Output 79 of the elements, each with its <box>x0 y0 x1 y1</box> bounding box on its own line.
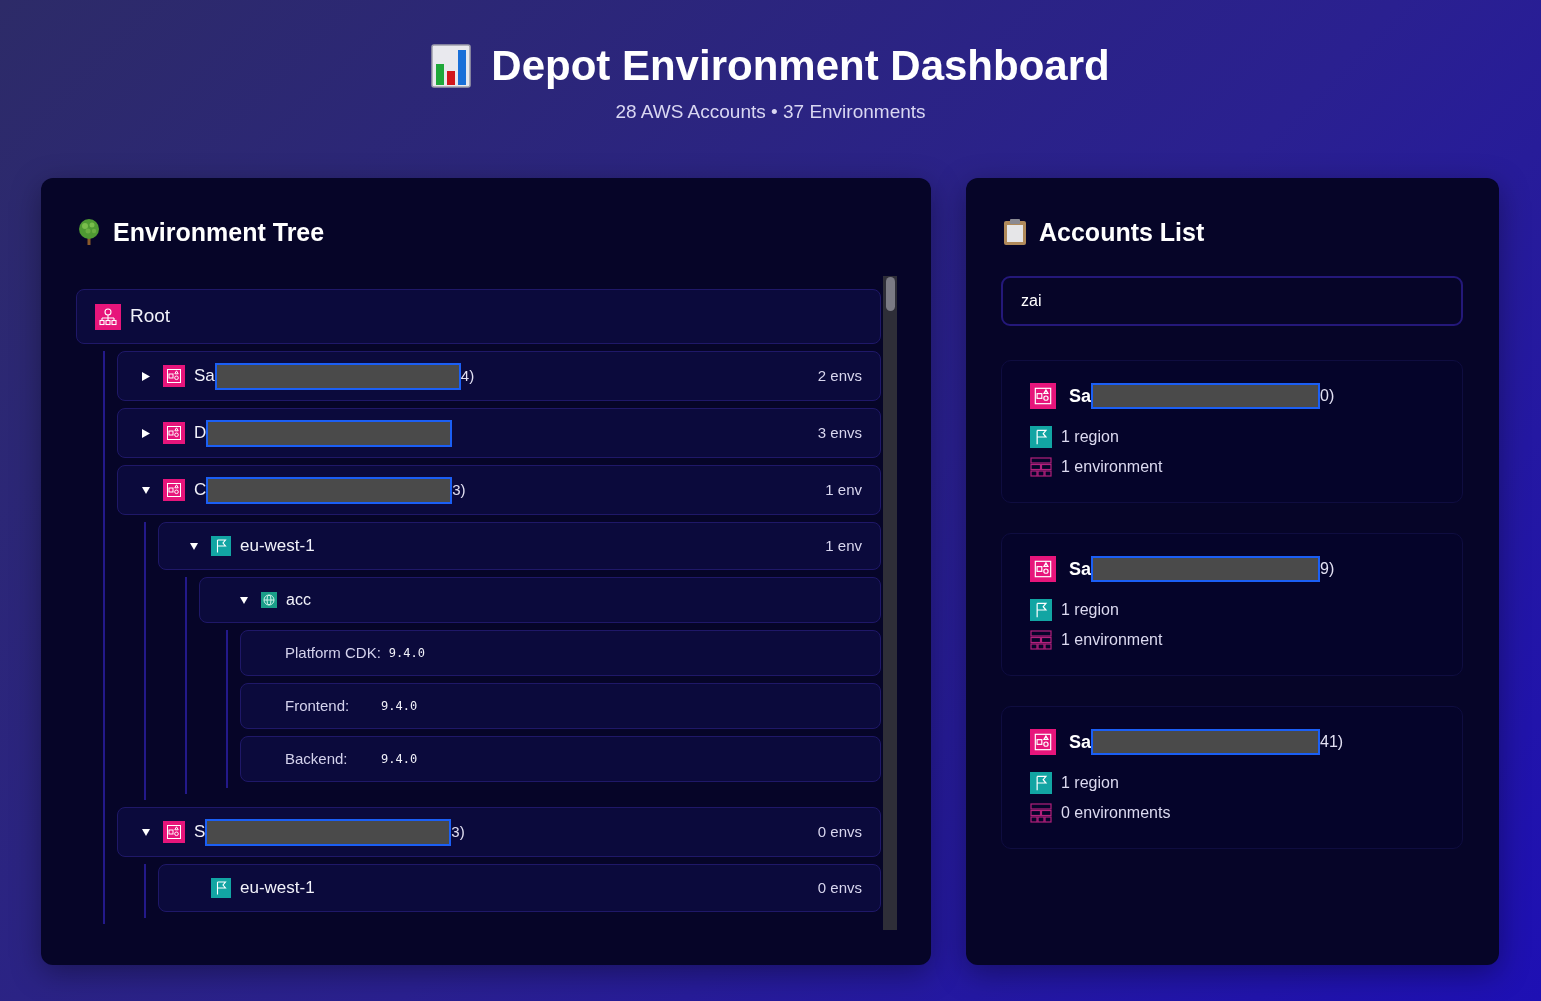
account-name: Sa <box>1069 730 1092 754</box>
caret-down-icon[interactable] <box>142 828 150 836</box>
name-suffix: 4) <box>460 365 475 386</box>
tree-node[interactable]: Root <box>76 289 881 344</box>
account-name: Sa <box>1069 557 1092 581</box>
search-field[interactable]: zai <box>1001 276 1463 326</box>
env-count: 0 envs <box>817 821 862 842</box>
tree-node[interactable]: S 3) 0 envs <box>117 807 881 857</box>
account-card[interactable]: Sa 0) 1 region 1 environment <box>1001 360 1463 503</box>
tree-node[interactable]: eu-west-1 1 env <box>158 522 881 570</box>
shapes-icon <box>163 479 185 501</box>
shapes-icon <box>1030 729 1056 755</box>
flag-icon <box>1030 426 1052 448</box>
panel-title: Environment Tree <box>113 218 325 246</box>
org-chart-icon <box>95 303 121 330</box>
flag-icon <box>1030 772 1052 794</box>
caret-down-icon[interactable] <box>142 486 150 494</box>
name-suffix: 3) <box>452 479 466 500</box>
flag-icon <box>211 878 231 898</box>
version-value: 9.4.0 <box>381 751 418 768</box>
panel-title: Accounts List <box>1039 218 1205 246</box>
node-label: eu-west-1 <box>240 877 315 900</box>
env-count: 2 envs <box>817 365 862 386</box>
account-card[interactable]: Sa 41) 1 region 0 environments <box>1001 706 1463 849</box>
caret-right-icon[interactable] <box>142 371 150 381</box>
environment-count: 1 environment <box>1061 457 1163 477</box>
tree-node[interactable]: D 3 envs <box>117 408 881 458</box>
version-value: 9.4.0 <box>388 645 425 662</box>
caret-right-icon[interactable] <box>142 428 150 438</box>
tree-node[interactable]: Sa 4) 2 envs <box>117 351 881 401</box>
flag-icon <box>211 536 231 556</box>
env-count: 0 envs <box>817 877 862 898</box>
version-value: 9.4.0 <box>381 698 418 715</box>
env-count: 1 env <box>825 479 862 500</box>
caret-down-icon[interactable] <box>190 542 198 550</box>
tree-node[interactable]: C 3) 1 env <box>117 465 881 515</box>
clipboard-icon <box>1003 218 1027 246</box>
name-suffix: 9) <box>1320 559 1335 579</box>
flag-icon <box>1030 599 1052 621</box>
scrollbar[interactable] <box>883 276 897 930</box>
account-name: Sa <box>1069 384 1092 408</box>
bricks-icon <box>1030 457 1052 477</box>
tree-node[interactable]: eu-west-1 0 envs <box>158 864 881 912</box>
version-label: Frontend: <box>285 695 351 716</box>
bar-chart-icon <box>431 44 472 88</box>
region-count: 1 region <box>1061 773 1119 793</box>
version-label: Backend: <box>285 748 349 769</box>
shapes-icon <box>1030 383 1056 409</box>
env-count: 1 env <box>825 535 862 556</box>
shapes-icon <box>1030 556 1056 582</box>
name-suffix: 41) <box>1320 732 1344 752</box>
shapes-icon <box>163 422 185 444</box>
name-suffix: 3) <box>451 821 465 842</box>
node-label: acc <box>286 590 311 610</box>
node-label: eu-west-1 <box>240 535 315 558</box>
environment-count: 0 environments <box>1061 803 1171 823</box>
shapes-icon <box>163 365 185 387</box>
account-name: C <box>194 479 207 502</box>
tree-icon <box>77 219 101 245</box>
shapes-icon <box>163 821 185 843</box>
region-count: 1 region <box>1061 600 1119 620</box>
caret-down-icon[interactable] <box>240 596 248 604</box>
scrollbar-thumb[interactable] <box>885 277 895 311</box>
page-subtitle: 28 AWS Accounts • 37 Environments <box>615 100 926 124</box>
account-card[interactable]: Sa 9) 1 region 1 environment <box>1001 533 1463 676</box>
node-label: Root <box>130 304 171 329</box>
page-title: Depot Environment Dashboard <box>491 41 1110 91</box>
version-label: Platform CDK: <box>285 642 381 663</box>
tree-node[interactable]: acc <box>199 577 881 623</box>
env-count: 3 envs <box>817 422 862 443</box>
account-name: Sa <box>194 365 215 388</box>
bricks-icon <box>1030 630 1052 650</box>
account-name: D <box>194 422 207 445</box>
region-count: 1 region <box>1061 427 1119 447</box>
name-suffix: 0) <box>1320 386 1335 406</box>
environment-count: 1 environment <box>1061 630 1163 650</box>
globe-icon <box>261 592 277 608</box>
bricks-icon <box>1030 803 1052 823</box>
account-name: S <box>194 821 206 844</box>
